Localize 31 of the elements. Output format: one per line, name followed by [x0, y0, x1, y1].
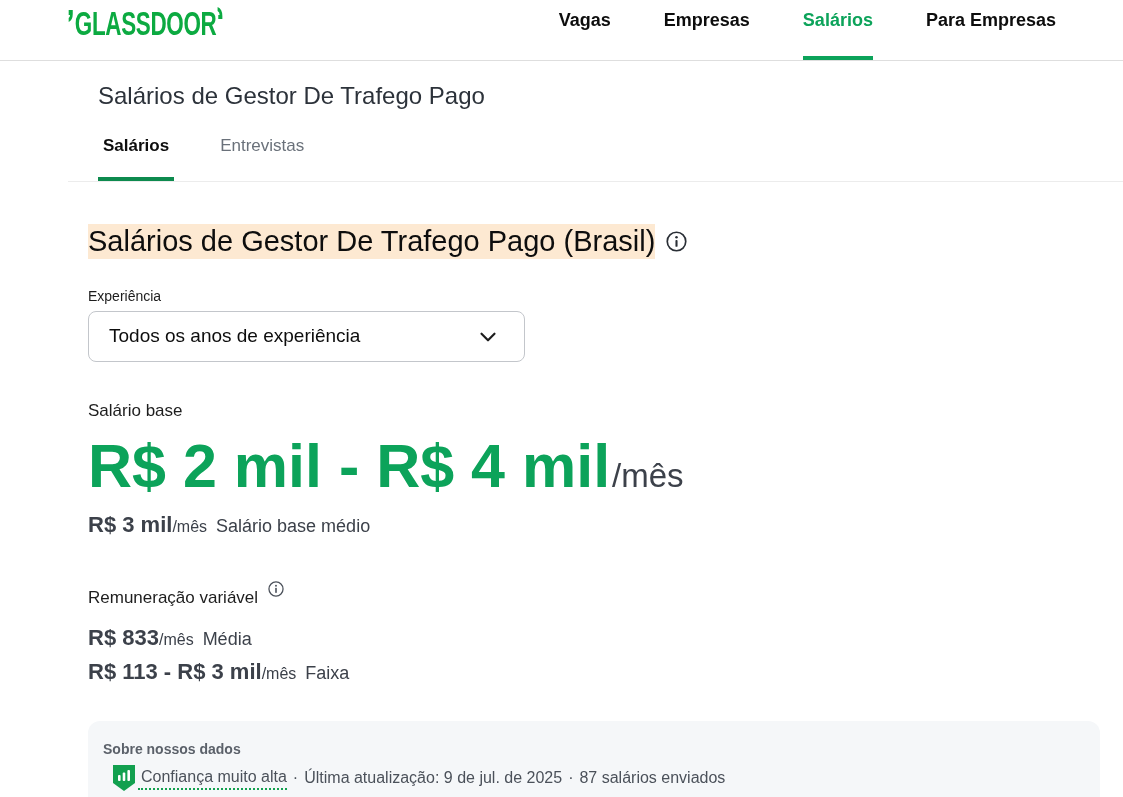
variable-pay-label: Remuneração variável: [88, 588, 259, 608]
period-text: /mês: [261, 665, 297, 684]
experience-label: Experiência: [88, 288, 162, 304]
nav-link[interactable]: Vagas: [558, 0, 611, 60]
average-caption: Salário base médio: [216, 515, 371, 538]
separator-dot: ·: [292, 768, 299, 788]
about-data-title: Sobre nossos dados: [103, 740, 241, 759]
info-icon[interactable]: [666, 231, 688, 252]
base-salary-label: Salário base: [88, 401, 183, 421]
variable-amount: R$ 833: [88, 624, 159, 652]
tab[interactable]: Entrevistas: [215, 128, 310, 181]
nav-link[interactable]: Empresas: [663, 0, 750, 60]
period-text: /mês: [172, 518, 208, 537]
period-text: /mês: [158, 631, 194, 650]
confidence-link[interactable]: Confiança muito alta: [138, 766, 287, 790]
salary-heading: Salários de Gestor De Trafego Pago (Brasil): [88, 224, 656, 259]
variable-caption: Faixa: [305, 662, 350, 685]
variable-amount: R$ 113 - R$ 3 mil: [88, 658, 262, 686]
info-icon[interactable]: [268, 581, 285, 597]
experience-dropdown[interactable]: Todos os anos de experiência: [88, 311, 525, 362]
data-info-text: 87 salários enviados: [579, 768, 726, 788]
data-info-text: Última atualização: 9 de jul. de 2025: [304, 767, 563, 788]
shield-chart-icon: [113, 765, 135, 791]
period-text: /mês: [612, 456, 684, 496]
variable-caption: Média: [202, 628, 252, 651]
average-salary: R$ 3 mil: [88, 511, 173, 539]
salary-range: R$ 2 mil - R$ 4 mil: [88, 433, 611, 499]
separator-dot: ·: [568, 768, 574, 788]
nav-link[interactable]: Para Empresas: [925, 0, 1056, 60]
page-title: Salários de Gestor De Trafego Pago: [98, 81, 485, 111]
tab[interactable]: Salários: [98, 128, 175, 181]
